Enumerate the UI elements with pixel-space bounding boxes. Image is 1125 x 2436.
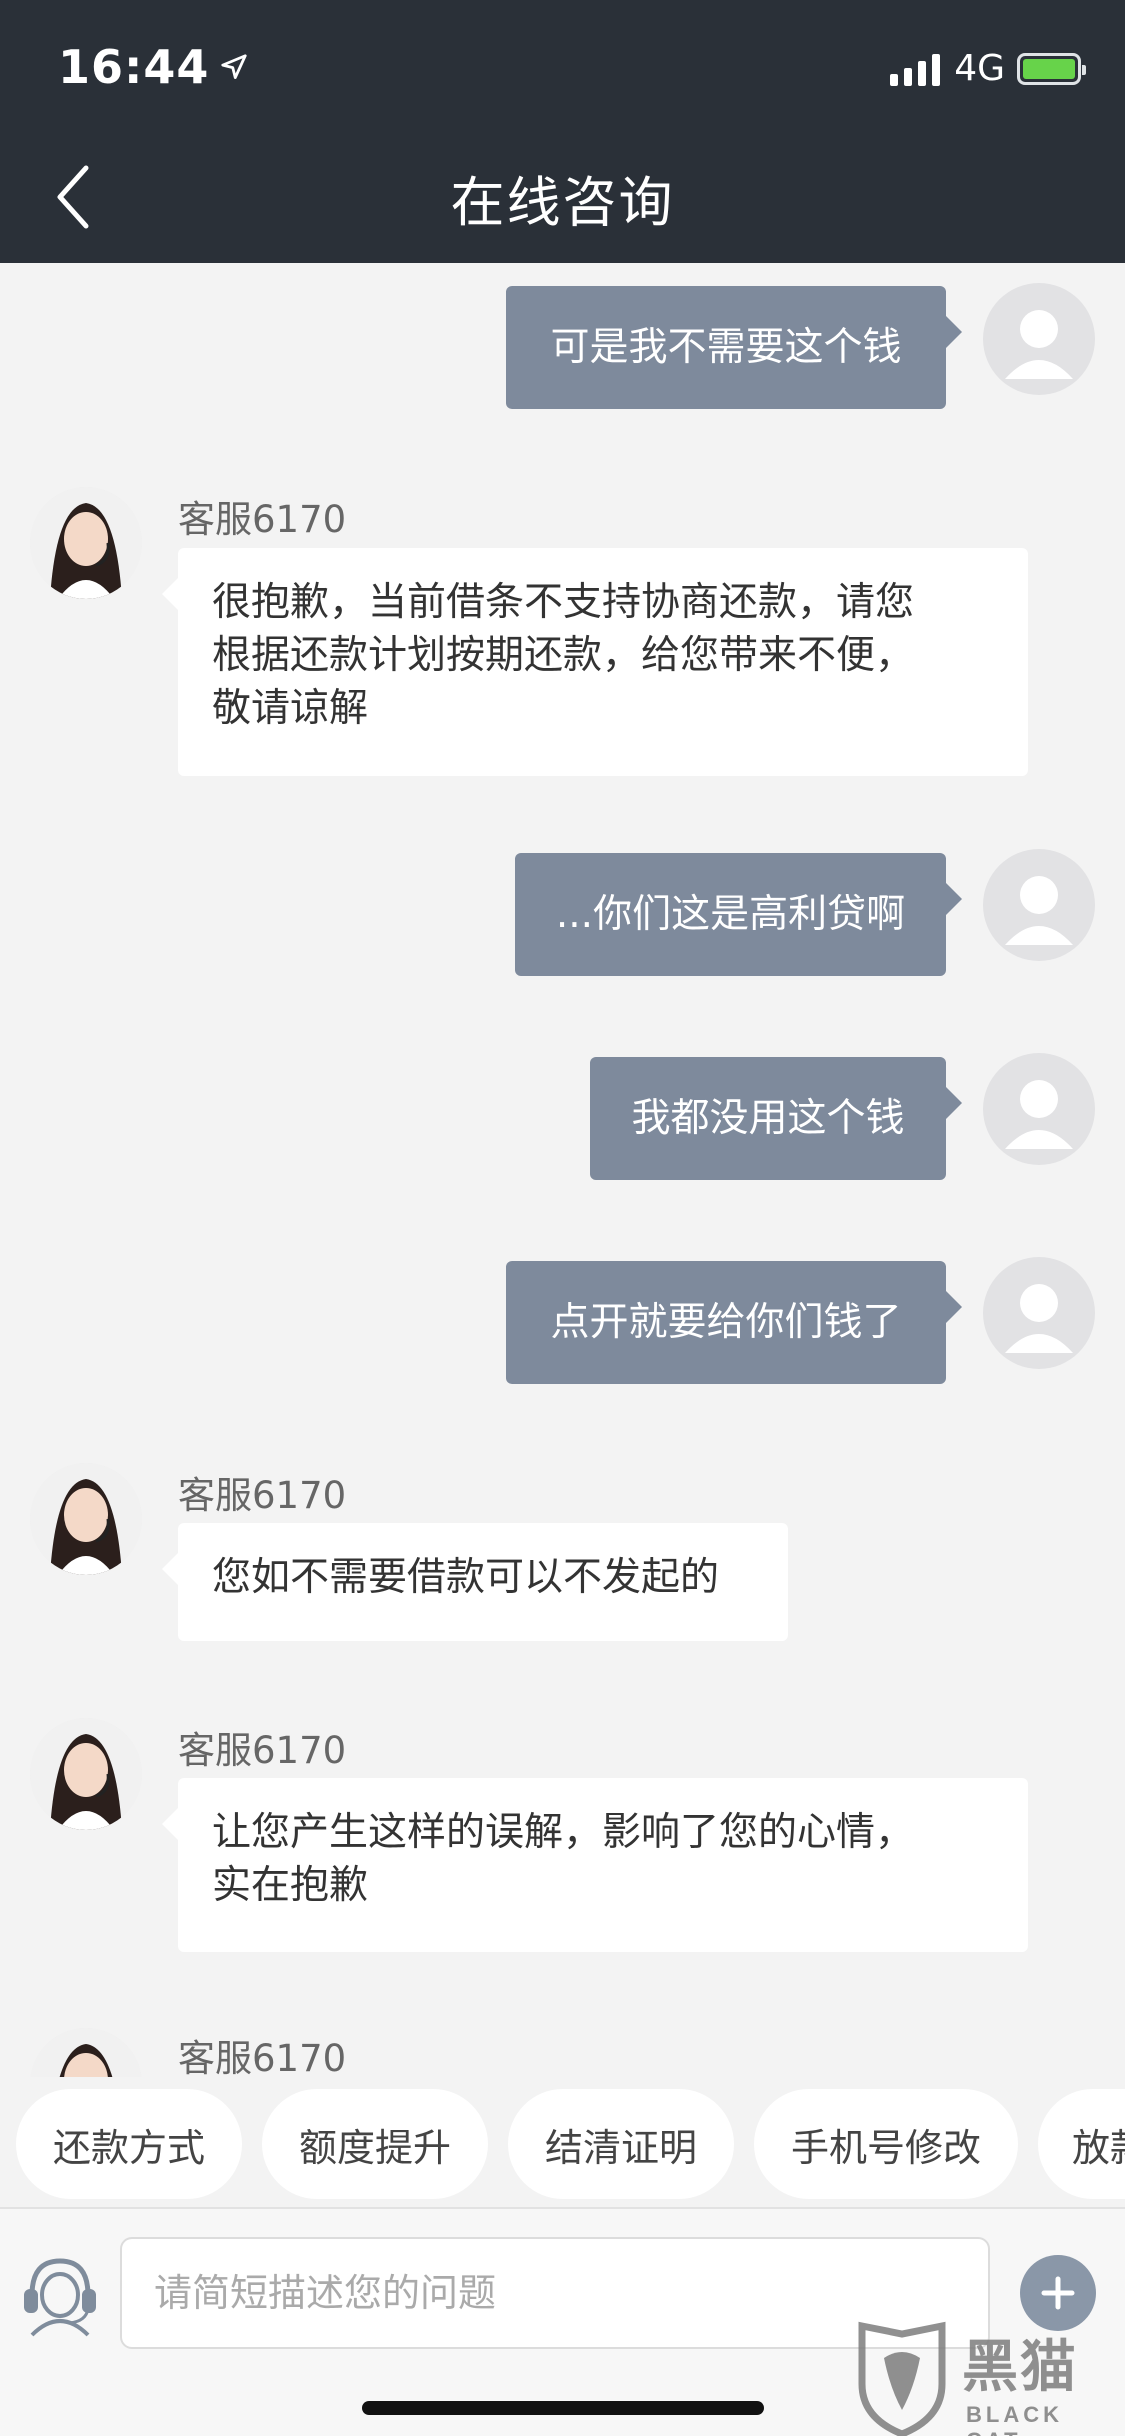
agent-portrait-icon	[30, 1718, 142, 1830]
quick-reply-chip[interactable]: 额度提升	[262, 2089, 488, 2199]
quick-reply-chip[interactable]: 还款方式	[16, 2089, 242, 2199]
quick-reply-chip[interactable]: 手机号修改	[754, 2089, 1018, 2199]
user-silhouette-icon	[1005, 876, 1073, 945]
user-silhouette-icon	[1005, 310, 1073, 379]
watermark-subtext: BLACK CAT	[966, 2402, 1063, 2436]
user-silhouette-icon	[1005, 1080, 1073, 1149]
agent-message-line: 让您产生这样的误解，影响了您的心情，	[212, 1810, 915, 1855]
user-message-bubble: 可是我不需要这个钱	[506, 286, 962, 409]
user-message-text: ...你们这是高利贷啊	[555, 892, 906, 937]
user-avatar	[983, 1053, 1095, 1165]
location-arrow-icon	[221, 54, 248, 79]
user-message-text: 可是我不需要这个钱	[550, 325, 902, 370]
user-message-bubble: 我都没用这个钱	[590, 1057, 962, 1180]
status-indicators: 4G	[890, 48, 1086, 89]
agent-message-line: 您如不需要借款可以不发起的	[212, 1555, 720, 1600]
watermark-text: 黑猫	[962, 2335, 1078, 2400]
agent-name: 客服6170	[178, 498, 347, 541]
agent-avatar	[30, 1718, 142, 1830]
user-message-bubble: 点开就要给你们钱了	[506, 1261, 962, 1384]
user-silhouette-icon	[1005, 1284, 1073, 1353]
user-avatar	[983, 849, 1095, 961]
agent-name: 客服6170	[178, 1474, 347, 1517]
agent-portrait-icon	[30, 487, 142, 599]
agent-message-line: 很抱歉，当前借条不支持协商还款，请您	[212, 580, 915, 625]
user-message-bubble: ...你们这是高利贷啊	[515, 853, 962, 976]
status-time: 16:44	[58, 40, 249, 94]
agent-avatar	[30, 487, 142, 599]
signal-icon	[890, 52, 941, 86]
black-cat-watermark: 黑猫 BLACK CAT	[852, 2318, 1125, 2436]
page-title: 在线咨询	[450, 171, 675, 234]
chat-area: 可是我不需要这个钱 客服6170 很抱歉，当前借条不支持协商还款，请您 根据还款…	[0, 263, 1125, 2077]
agent-message-bubble: 让您产生这样的误解，影响了您的心情， 实在抱歉	[162, 1778, 1028, 1952]
quick-reply-chip[interactable]: 结清证明	[508, 2089, 734, 2199]
plus-icon	[1041, 2276, 1075, 2310]
black-cat-shield-icon	[858, 2321, 946, 2436]
agent-portrait-icon	[30, 2028, 142, 2077]
agent-message-bubble: 很抱歉，当前借条不支持协商还款，请您 根据还款计划按期还款，给您带来不便， 敬请…	[162, 548, 1028, 776]
quick-reply-chip[interactable]: 放款	[1038, 2089, 1125, 2199]
agent-avatar	[30, 2028, 142, 2077]
battery-icon	[1017, 52, 1086, 85]
agent-message-line: 敬请谅解	[212, 686, 369, 731]
agent-name: 客服6170	[178, 2037, 347, 2077]
agent-message-line: 实在抱歉	[212, 1863, 369, 1908]
quick-reply-bar: 还款方式 额度提升 结清证明 手机号修改 放款	[0, 2077, 1125, 2207]
user-message-text: 点开就要给你们钱了	[550, 1300, 902, 1345]
user-avatar	[983, 283, 1095, 395]
agent-message-line: 根据还款计划按期还款，给您带来不便，	[212, 633, 915, 678]
agent-name: 客服6170	[178, 1729, 347, 1772]
network-label: 4G	[954, 48, 1005, 89]
user-message-text: 我都没用这个钱	[631, 1096, 905, 1141]
user-avatar	[983, 1257, 1095, 1369]
status-time-text: 16:44	[58, 40, 210, 94]
header-bar: 16:44 4G 在线咨询	[0, 0, 1125, 263]
home-indicator	[362, 2401, 764, 2415]
agent-message-bubble: 您如不需要借款可以不发起的	[162, 1523, 788, 1641]
customer-service-icon[interactable]	[14, 2245, 106, 2337]
agent-avatar	[30, 1463, 142, 1575]
agent-portrait-icon	[30, 1463, 142, 1575]
